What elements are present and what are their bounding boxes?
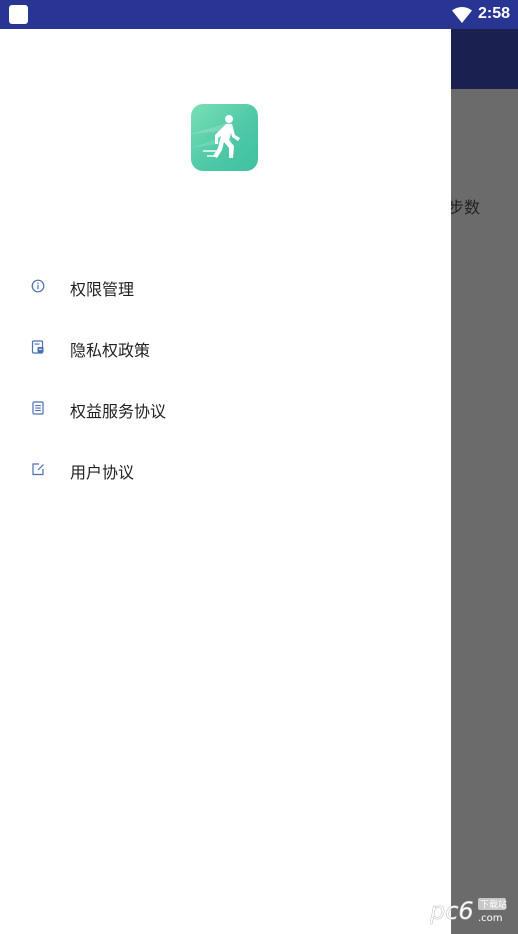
- app-icon: [9, 5, 28, 24]
- edit-note-icon: [32, 463, 44, 476]
- document-icon: [32, 401, 44, 415]
- menu-item-label: 权益服务协议: [70, 402, 167, 421]
- status-bar: 2:58: [0, 0, 518, 29]
- walking-person-icon: [191, 115, 240, 158]
- menu-item-privacy-policy[interactable]: 隐私权政策: [0, 317, 451, 378]
- menu-item-label: 隐私权政策: [70, 341, 151, 360]
- menu-item-permission-management[interactable]: 权限管理: [0, 256, 451, 317]
- drawer-menu: 权限管理 隐私权政策 权益服务协议 用户协议: [0, 256, 451, 500]
- navigation-drawer: 权限管理 隐私权政策 权益服务协议 用户协议: [0, 29, 451, 934]
- app-logo: [191, 104, 258, 171]
- menu-item-label: 用户协议: [70, 463, 135, 482]
- menu-item-service-agreement[interactable]: 权益服务协议: [0, 378, 451, 439]
- status-time: 2:58: [478, 5, 511, 22]
- menu-item-label: 权限管理: [70, 280, 135, 299]
- pc6-watermark-logo: pc6 下载站 .com: [430, 897, 507, 926]
- info-circle-icon: [31, 279, 45, 293]
- menu-item-user-agreement[interactable]: 用户协议: [0, 439, 451, 500]
- svg-text:下载站: 下载站: [480, 899, 507, 911]
- svg-text:pc6: pc6: [430, 897, 474, 925]
- svg-text:.com: .com: [478, 913, 503, 924]
- steps-label: 步数: [448, 198, 481, 217]
- wifi-icon: [452, 7, 472, 23]
- privacy-doc-icon: [31, 340, 44, 354]
